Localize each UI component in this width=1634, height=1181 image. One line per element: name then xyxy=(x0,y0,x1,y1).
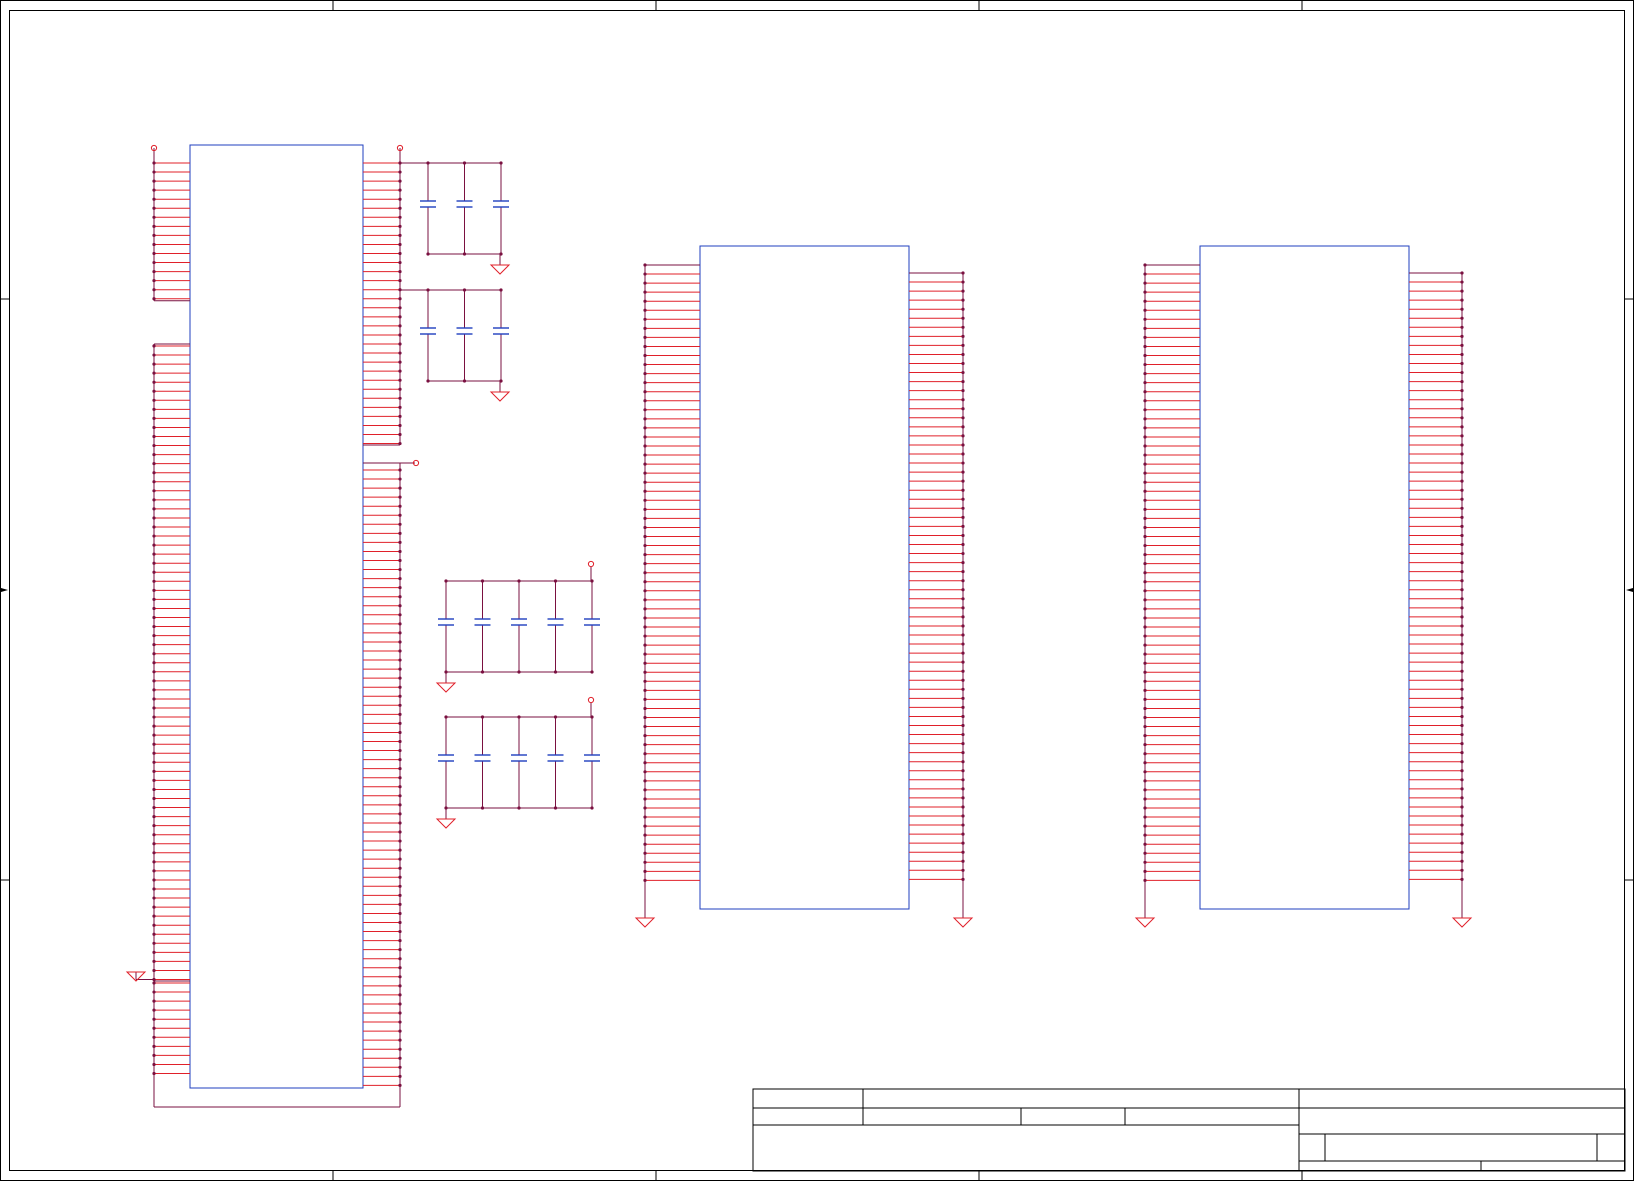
capacitor-bank-1-node-top-1 xyxy=(462,161,467,165)
capacitor-bank-4-node-bottom-1 xyxy=(480,806,485,810)
capacitor-bank-2-gnd-symbol xyxy=(489,391,511,402)
capacitor-bank-4-node-top-1 xyxy=(480,715,485,719)
capacitor-bank-3-node-bottom-1 xyxy=(480,670,485,674)
capacitor-bank-4-node-bottom-4 xyxy=(590,806,594,810)
chip2-body xyxy=(1199,245,1410,910)
sheet-frame xyxy=(0,0,1634,1181)
capacitor-bank-1-node-bottom-0 xyxy=(426,252,430,256)
title-block-frame xyxy=(752,1088,1626,1172)
capacitor-bank-1-node-top-0 xyxy=(426,161,430,165)
capacitor-bank-3-node-bottom-2 xyxy=(517,670,521,674)
memory-chip-2 xyxy=(1134,245,1473,928)
decoupling-capacitors xyxy=(400,161,600,829)
capacitor-bank-2-node-top-0 xyxy=(426,288,430,292)
capacitor-bank-3-gnd-symbol xyxy=(435,682,457,693)
chip2-left-gnd xyxy=(1134,917,1156,928)
connector-body xyxy=(189,144,364,1089)
memory-chip-1 xyxy=(634,245,974,928)
capacitor-bank-2-node-bottom-0 xyxy=(426,379,430,383)
capacitor-bank-2-node-top-1 xyxy=(462,288,467,292)
center-arrow-right xyxy=(1626,588,1633,592)
capacitor-bank-3-power-pin xyxy=(587,560,595,568)
capacitor-bank-4-gnd-symbol xyxy=(435,818,457,829)
capacitor-bank-1-gnd-symbol xyxy=(489,264,511,275)
title-block xyxy=(752,1088,1626,1172)
schematic-sheet xyxy=(0,0,1634,1181)
capacitor-bank-3-node-bottom-3 xyxy=(553,670,558,674)
capacitor-bank-3-node-top-0 xyxy=(444,579,448,583)
capacitor-bank-1-node-bottom-1 xyxy=(462,252,467,256)
capacitor-bank-4-node-top-0 xyxy=(444,715,448,719)
capacitor-bank-1-node-top-2 xyxy=(499,161,503,165)
chip2-right-gnd xyxy=(1451,917,1473,928)
capacitor-bank-2-node-bottom-1 xyxy=(462,379,467,383)
capacitor-bank-3-node-top-2 xyxy=(517,579,521,583)
capacitor-bank-3-node-top-3 xyxy=(553,579,558,583)
capacitor-bank-3-node-top-1 xyxy=(480,579,485,583)
capacitor-bank-3-node-bottom-4 xyxy=(590,670,594,674)
capacitor-bank-4-node-top-3 xyxy=(553,715,558,719)
center-arrow-left xyxy=(1,588,8,592)
capacitor-bank-4-node-bottom-3 xyxy=(553,806,558,810)
outer-border xyxy=(0,0,1634,1181)
chip1-right-gnd xyxy=(952,917,974,928)
capacitor-bank-4-node-top-2 xyxy=(517,715,521,719)
main-connector xyxy=(125,144,420,1108)
inner-border xyxy=(9,10,1625,1171)
capacitor-bank-4-node-bottom-2 xyxy=(517,806,521,810)
chip1-body xyxy=(699,245,910,910)
capacitor-bank-4-power-pin xyxy=(587,696,595,704)
chip1-left-gnd xyxy=(634,917,656,928)
capacitor-bank-2-node-top-2 xyxy=(499,288,503,292)
